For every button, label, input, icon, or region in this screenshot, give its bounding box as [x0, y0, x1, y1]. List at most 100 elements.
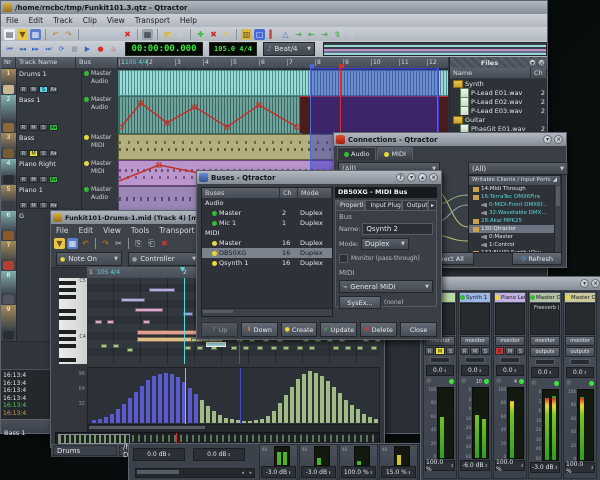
plugin-list[interactable]: Freeverb ( — [530, 303, 560, 335]
strip-s-button[interactable]: S — [480, 347, 490, 355]
main-menu-transport[interactable]: Transport — [130, 15, 175, 26]
update-button[interactable]: ✔ Update — [320, 322, 358, 337]
strip-s-button[interactable]: S — [445, 347, 455, 355]
cut-icon[interactable]: ✂ — [83, 29, 94, 40]
bus-list-hscrollbar[interactable] — [202, 308, 332, 316]
track-m-button[interactable]: M — [29, 86, 38, 93]
velocity-bar[interactable] — [254, 420, 258, 423]
bus-row[interactable]: Qsynth 1 16 Duplex — [202, 258, 332, 268]
connection-node[interactable]: 28:Akai MPK25 — [469, 217, 561, 225]
velocity-bar[interactable] — [350, 405, 354, 423]
stop-icon[interactable]: ■ — [69, 44, 80, 55]
velocity-bar[interactable] — [194, 394, 198, 423]
track-row[interactable]: 3 Bass R M S A▾ Master MIDI — [1, 133, 118, 160]
punch-out-icon[interactable]: ⇥ — [319, 29, 330, 40]
track-a-button[interactable]: A▾ — [49, 150, 58, 157]
rewind-start-icon[interactable]: ⏮ — [4, 44, 15, 55]
connection-node[interactable]: 0:MIDI-Front DMX6f... — [469, 201, 561, 209]
file-item[interactable]: P-Lead E03.wav 2 — [450, 106, 547, 115]
black-key[interactable] — [59, 281, 76, 285]
editor-copy-icon[interactable]: ⎘ — [133, 238, 144, 249]
black-key[interactable] — [59, 316, 76, 320]
strip-r-button[interactable]: R — [425, 347, 435, 355]
editor-menu-transport[interactable]: Transport — [154, 225, 199, 236]
gain-spinbox[interactable]: 0.0 ⬍ — [496, 365, 524, 376]
connections-input-pane[interactable]: Writable Clients / Input Ports ◢ 14:Midi … — [468, 175, 562, 253]
monitor-button[interactable]: monitor — [530, 336, 560, 346]
plugin-list[interactable] — [460, 303, 490, 335]
velocity-bar[interactable] — [218, 415, 222, 423]
pan-slider[interactable] — [430, 357, 450, 363]
velocity-bar[interactable] — [110, 414, 114, 423]
connections-vscrollbar[interactable] — [554, 185, 561, 252]
session-overview[interactable] — [323, 42, 547, 56]
connections-close-icon[interactable]: × — [554, 135, 563, 144]
velocity-bar[interactable] — [290, 387, 294, 423]
file-item[interactable]: Guitar — [450, 115, 547, 124]
velocity-bar[interactable] — [230, 419, 234, 423]
monitor-button[interactable]: monitor — [460, 336, 490, 346]
black-key[interactable] — [59, 288, 76, 292]
velocity-bar[interactable] — [92, 420, 96, 423]
mixer-strip[interactable]: Master OuFreeverb (monitoroutputs0.0⬍036… — [528, 291, 562, 479]
files-close-icon[interactable]: × — [538, 59, 545, 67]
connection-node[interactable]: 32:Wavetable DMX... — [469, 209, 561, 217]
drum-note[interactable] — [243, 346, 249, 350]
velocity-bar[interactable] — [332, 387, 336, 423]
track-r-button[interactable]: R — [19, 150, 28, 157]
midi-note[interactable] — [101, 344, 107, 348]
strip-value-spinbox[interactable]: -3.0 dB ⬍ — [261, 466, 296, 478]
bus-row[interactable]: Audio — [202, 198, 332, 208]
track-m-button[interactable]: M — [29, 176, 38, 183]
follow-playhead-icon[interactable]: ↯ — [332, 29, 343, 40]
forward-icon[interactable]: ▸▸ — [30, 44, 41, 55]
sysex-button[interactable]: SysEx... — [339, 296, 381, 309]
drum-note[interactable] — [333, 346, 339, 350]
plugin-list[interactable] — [495, 303, 525, 335]
punch-in-icon[interactable]: ⇤ — [306, 29, 317, 40]
mixer-strip-bottom[interactable]: 40 -3.0 dB ⬍ — [259, 444, 298, 480]
velocity-bar[interactable] — [320, 376, 324, 423]
black-key[interactable] — [59, 337, 76, 341]
bus-tab-input-plugins[interactable]: Input Plugins — [365, 200, 402, 211]
black-key[interactable] — [59, 344, 76, 348]
velocity-bar[interactable] — [272, 411, 276, 423]
connections-tab-audio[interactable]: Audio — [337, 147, 377, 160]
loop-set-icon[interactable]: ⇥ — [293, 29, 304, 40]
midi-note[interactable] — [113, 344, 119, 348]
connection-node[interactable]: 0:Master — [469, 233, 561, 241]
delete-icon[interactable]: ✖ — [122, 29, 133, 40]
drum-note[interactable] — [297, 346, 303, 350]
buses-titlebar[interactable]: Buses - Qtractor ? ▾ ▴ × — [197, 171, 441, 184]
velocity-bar[interactable] — [140, 386, 144, 423]
bus-name-input[interactable]: Qsynth 2 — [362, 223, 433, 235]
track-a-button[interactable]: A▾ — [49, 86, 58, 93]
files-shade-icon[interactable]: ▾ — [529, 59, 536, 67]
open-file-icon[interactable]: ▼ — [17, 28, 28, 40]
pan-knob[interactable] — [496, 378, 503, 385]
connection-node[interactable]: 16:TerraTec DMX6Fire — [469, 193, 561, 201]
outputs-button[interactable]: outputs — [565, 347, 595, 357]
mixer-close-icon[interactable]: × — [591, 279, 600, 288]
editor-cut-icon[interactable]: ✂ — [113, 238, 124, 249]
editor-open-file-icon[interactable]: ▼ — [54, 238, 65, 249]
pan-slider[interactable] — [570, 359, 590, 365]
drum-note[interactable] — [371, 346, 377, 350]
connections-shade-icon[interactable]: ▾ — [543, 135, 552, 144]
gain-spinbox[interactable]: 0.0 dB ⬍ — [133, 448, 185, 461]
gain-spinbox[interactable]: 0.0 dB ⬍ — [193, 448, 245, 461]
paste-icon[interactable]: ⎗ — [109, 29, 120, 40]
velocity-bar[interactable] — [368, 417, 372, 423]
editor-delete-icon[interactable]: ✖ — [159, 238, 170, 249]
velocity-bar[interactable] — [164, 373, 168, 423]
drum-note[interactable] — [197, 346, 203, 350]
pan-slider[interactable] — [500, 357, 520, 363]
gain-spinbox[interactable]: 0.0 ⬍ — [566, 367, 594, 378]
punch-icon[interactable]: ♨ — [108, 44, 119, 55]
track-s-button[interactable]: S — [39, 176, 48, 183]
gain-spinbox[interactable]: 0.0 ⬍ — [531, 367, 559, 378]
black-key[interactable] — [59, 309, 76, 313]
monitor-button[interactable]: monitor — [565, 336, 595, 346]
velocity-bar[interactable] — [146, 380, 150, 423]
save-file-icon[interactable]: ▦ — [30, 28, 41, 40]
